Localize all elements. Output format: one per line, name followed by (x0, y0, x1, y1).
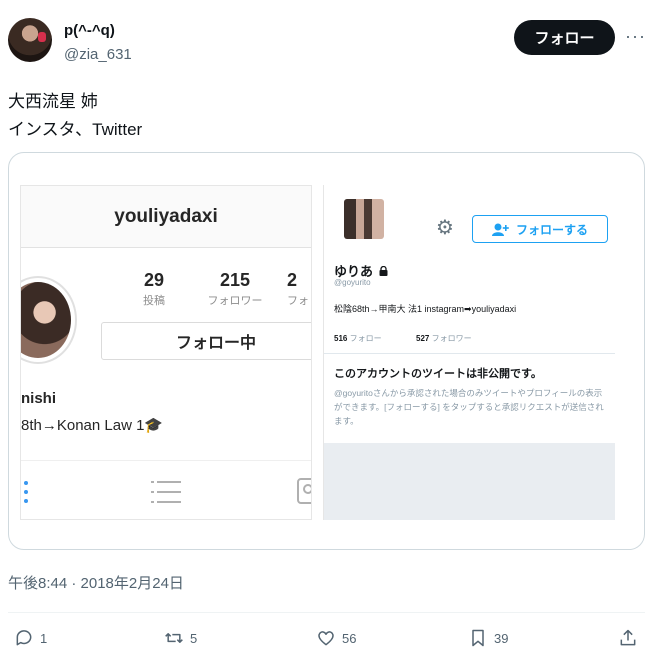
private-account-title: このアカウントのツイートは非公開です。 (334, 368, 542, 380)
bookmark-count: 39 (494, 630, 509, 646)
follow-button[interactable]: フォロー (514, 20, 615, 55)
heart-icon (318, 631, 334, 646)
more-options-icon[interactable]: ··· (625, 26, 646, 47)
avatar-bow (38, 32, 46, 42)
retweet-button[interactable]: 5 (164, 628, 197, 648)
like-count: 56 (342, 630, 357, 646)
instagram-view-tabs (21, 460, 311, 519)
instagram-following-button: フォロー中 (101, 322, 311, 360)
tweet-timestamp[interactable]: 午後8:44 · 2018年2月24日 (8, 572, 184, 593)
reply-button[interactable]: 1 (14, 628, 47, 648)
instagram-photo (21, 282, 71, 358)
instagram-header: youliyadaxi (21, 186, 311, 248)
twitter-profile-bio: 松陰68th→甲南大 法1 instagram➡youliyadaxi (334, 304, 517, 314)
twitter-profile-screenshot: ⚙ フォローする ゆりあ @goyurito 松陰68th→甲南大 法1 ins… (323, 185, 615, 520)
tweet-text-line-1: 大西流星 姉 (8, 92, 98, 111)
followers-number: 527 (416, 334, 430, 343)
share-button[interactable] (618, 628, 638, 648)
reply-count: 1 (40, 630, 48, 646)
following-label: フォロー (349, 334, 382, 343)
instagram-bio: 8th→Konan Law 1🎓 (21, 417, 164, 434)
twitter-name-text: ゆりあ (334, 264, 374, 279)
stat-number: 29 (143, 270, 165, 290)
like-button[interactable]: 56 (316, 628, 356, 648)
share-icon (620, 629, 636, 646)
divider (324, 353, 615, 354)
twitter-follow-button: フォローする (472, 215, 608, 243)
instagram-stat-following: 2 フォ (287, 270, 311, 308)
instagram-screenshot: youliyadaxi 29 投稿 215 フォロワー 2 フォ フォロー中 n… (20, 185, 312, 520)
list-view-icon (151, 481, 181, 503)
divider (8, 612, 645, 613)
tagged-icon (297, 478, 311, 504)
author-avatar[interactable] (8, 18, 52, 62)
twitter-profile-handle: @goyurito (334, 278, 371, 287)
bookmark-button[interactable]: 39 (468, 628, 508, 648)
instagram-name: nishi (21, 390, 57, 407)
retweet-count: 5 (190, 630, 198, 646)
lock-icon (379, 265, 388, 276)
retweet-icon (165, 633, 183, 643)
gear-icon: ⚙ (436, 217, 454, 239)
twitter-following-count: 516 フォロー (334, 333, 382, 344)
stat-label: 投稿 (143, 295, 165, 307)
instagram-profile-picture (21, 276, 77, 364)
followers-label: フォロワー (431, 334, 472, 343)
twitter-profile-header: ⚙ フォローする ゆりあ @goyurito 松陰68th→甲南大 法1 ins… (324, 185, 615, 443)
stat-number: 2 (287, 270, 298, 290)
stat-label: フォ (287, 295, 309, 307)
twitter-followers-count: 527 フォロワー (416, 333, 472, 344)
instagram-stat-posts: 29 投稿 (129, 270, 179, 308)
twitter-profile-picture (344, 199, 384, 239)
stat-number: 215 (219, 270, 251, 290)
twitter-follow-label: フォローする (515, 222, 588, 237)
grid-view-icon (24, 481, 28, 503)
add-user-icon (491, 223, 509, 236)
instagram-stat-followers: 215 フォロワー (201, 270, 269, 308)
instagram-profile-body: 29 投稿 215 フォロワー 2 フォ フォロー中 nishi 8th→Kon… (21, 248, 311, 519)
stat-label: フォロワー (207, 295, 263, 307)
private-account-text: @goyuritoさんから承認された場合のみツイートやプロフィールの表示ができま… (334, 388, 604, 426)
author-display-name[interactable]: p(^-^q) (64, 22, 115, 39)
instagram-username: youliyadaxi (114, 206, 218, 227)
tweet-image[interactable]: youliyadaxi 29 投稿 215 フォロワー 2 フォ フォロー中 n… (8, 152, 645, 550)
author-handle[interactable]: @zia_631 (64, 46, 132, 63)
bookmark-icon (472, 629, 484, 647)
following-number: 516 (334, 334, 348, 343)
tweet-text-line-2: インスタ、Twitter (8, 120, 143, 139)
reply-icon (16, 630, 32, 646)
